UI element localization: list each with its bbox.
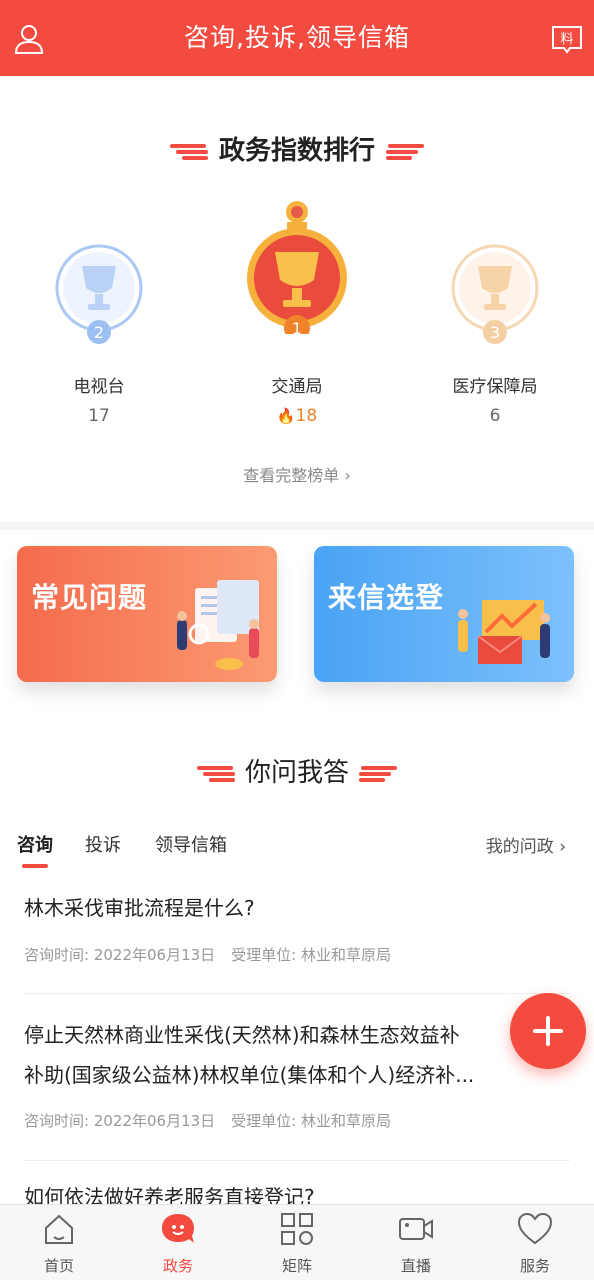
nav-matrix[interactable]: 矩阵 bbox=[238, 1211, 356, 1280]
my-questions-link[interactable]: 我的问政 › bbox=[486, 832, 566, 857]
rank-score: 17 bbox=[88, 406, 110, 426]
question-time: 咨询时间: 2022年06月13日 bbox=[24, 946, 216, 964]
question-meta: 咨询时间: 2022年06月13日 受理单位: 林业和草原局 bbox=[24, 944, 391, 965]
title-decoration-left bbox=[169, 143, 208, 160]
title-decoration-right bbox=[386, 143, 425, 160]
active-tab-indicator bbox=[22, 864, 48, 868]
nav-label: 政务 bbox=[162, 1257, 193, 1275]
nav-label: 直播 bbox=[400, 1257, 431, 1275]
faq-banner[interactable]: 常见问题 bbox=[17, 546, 277, 682]
grid-icon bbox=[281, 1213, 313, 1245]
letters-banner-label: 来信选登 bbox=[328, 581, 445, 614]
rank-number: 2 bbox=[94, 323, 104, 342]
bronze-medal-icon: 3 bbox=[451, 244, 539, 344]
rank-number: 1 bbox=[292, 319, 302, 334]
nav-services[interactable]: 服务 bbox=[476, 1211, 594, 1280]
page-title: 咨询,投诉,领导信箱 bbox=[184, 23, 410, 52]
rank-name: 电视台 bbox=[73, 377, 125, 397]
title-decoration-left bbox=[196, 765, 235, 782]
title-decoration-right bbox=[359, 765, 398, 782]
view-all-label: 查看完整榜单 bbox=[243, 466, 340, 485]
silver-medal-icon: 2 bbox=[55, 244, 143, 344]
question-dept: 受理单位: 林业和草原局 bbox=[231, 1112, 391, 1130]
nav-label: 首页 bbox=[43, 1257, 74, 1275]
question-title-line[interactable]: 停止天然林商业性采伐(天然林)和森林生态效益补 bbox=[24, 1016, 564, 1054]
ranking-title-text: 政务指数排行 bbox=[218, 136, 375, 166]
rank-score-value: 18 bbox=[295, 406, 318, 426]
faq-illustration-icon bbox=[177, 580, 259, 670]
chat-bubble-icon bbox=[162, 1214, 194, 1243]
rank-name: 医疗保障局 bbox=[452, 377, 538, 397]
question-meta: 咨询时间: 2022年06月13日 受理单位: 林业和草原局 bbox=[24, 1110, 391, 1131]
rank-score: 🔥18 bbox=[207, 406, 387, 426]
rank-item-1[interactable]: 1 交通局 🔥18 bbox=[207, 200, 387, 430]
chevron-right-icon: › bbox=[339, 466, 351, 485]
letters-banner[interactable]: 来信选登 bbox=[314, 546, 574, 682]
fire-icon: 🔥 bbox=[276, 407, 296, 425]
rank-score: 6 bbox=[489, 406, 501, 426]
bottom-navigation: 首页 政务 矩阵 直播 服务 bbox=[0, 1204, 594, 1280]
add-question-button[interactable] bbox=[510, 993, 586, 1069]
rank-item-2[interactable]: 2 电视台 17 bbox=[9, 240, 189, 430]
nav-live[interactable]: 直播 bbox=[357, 1211, 475, 1280]
rank-item-3[interactable]: 3 医疗保障局 6 bbox=[405, 240, 585, 430]
news-badge-text: 料 bbox=[560, 32, 573, 47]
rank-number: 3 bbox=[490, 323, 500, 342]
question-title[interactable]: 林木采伐审批流程是什么? bbox=[24, 889, 564, 927]
letters-illustration-icon bbox=[458, 600, 550, 664]
faq-banner-label: 常见问题 bbox=[31, 581, 148, 614]
tab-complaint[interactable]: 投诉 bbox=[85, 831, 121, 857]
my-questions-label: 我的问政 bbox=[485, 837, 554, 857]
nav-label: 矩阵 bbox=[281, 1257, 312, 1275]
gold-medal-icon: 1 bbox=[247, 201, 347, 334]
list-divider bbox=[24, 1160, 570, 1161]
view-full-ranking-link[interactable]: 查看完整榜单 › bbox=[0, 462, 594, 486]
heart-icon bbox=[517, 1212, 553, 1245]
nav-home[interactable]: 首页 bbox=[0, 1211, 118, 1280]
nav-gov-affairs[interactable]: 政务 bbox=[119, 1211, 237, 1280]
question-dept: 受理单位: 林业和草原局 bbox=[231, 946, 391, 964]
home-icon bbox=[45, 1214, 73, 1244]
nav-label: 服务 bbox=[519, 1257, 550, 1275]
ranking-section-title: 政务指数排行 bbox=[0, 130, 594, 167]
question-time: 咨询时间: 2022年06月13日 bbox=[24, 1112, 216, 1130]
top-header: 咨询,投诉,领导信箱 料 bbox=[0, 0, 594, 76]
qa-section-title: 你问我答 bbox=[0, 752, 594, 789]
news-material-icon[interactable]: 料 bbox=[550, 22, 584, 56]
qa-title-text: 你问我答 bbox=[244, 758, 349, 788]
video-camera-icon bbox=[399, 1218, 433, 1240]
tab-leader-mailbox[interactable]: 领导信箱 bbox=[155, 831, 227, 857]
section-divider bbox=[0, 522, 594, 530]
chevron-right-icon: › bbox=[553, 837, 566, 857]
rank-name: 交通局 bbox=[271, 377, 323, 397]
question-title-line[interactable]: 补助(国家级公益林)林权单位(集体和个人)经济补... bbox=[24, 1056, 564, 1094]
list-divider bbox=[24, 993, 570, 994]
tab-consult[interactable]: 咨询 bbox=[17, 831, 53, 857]
